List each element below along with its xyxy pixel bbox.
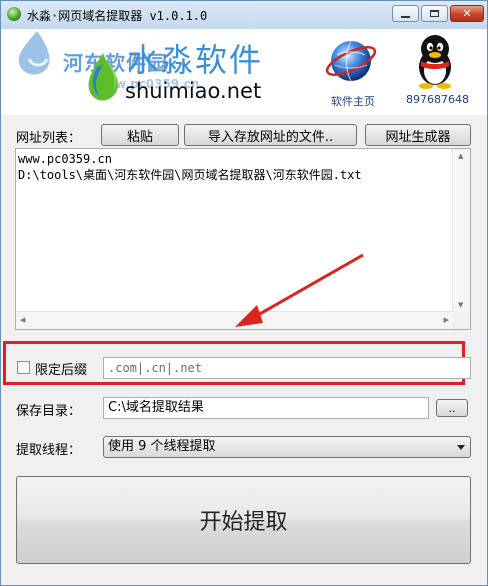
minimize-icon (401, 15, 410, 18)
globe-icon[interactable] (323, 33, 379, 89)
app-icon (7, 7, 21, 21)
maximize-button[interactable] (421, 5, 448, 22)
maximize-icon (430, 10, 439, 17)
start-extract-button[interactable]: 开始提取 (16, 476, 471, 564)
qq-penguin-icon[interactable] (413, 33, 457, 89)
save-dir-label: 保存目录： (16, 404, 82, 419)
water-drop-logo-icon (88, 53, 118, 101)
close-button[interactable]: ✕ (450, 5, 484, 22)
banner: 河东软件园 www.pc0359.cn 水淼软件 shuimiao.net 软件… (1, 29, 487, 115)
minimize-button[interactable] (392, 5, 419, 22)
threads-selected-value: 使用 9 个线程提取 (108, 439, 216, 454)
brand-name-english: shuimiao.net (125, 79, 262, 103)
url-line: www.pc0359.cn (18, 152, 112, 166)
close-icon: ✕ (462, 7, 472, 20)
watermark-logo-icon (18, 31, 50, 75)
scroll-left-icon[interactable]: ◀ (20, 316, 25, 324)
brand-name-chinese: 水淼软件 (127, 41, 264, 79)
home-page-link[interactable]: 软件主页 (331, 93, 375, 109)
chevron-down-icon (457, 445, 465, 450)
paste-button[interactable]: 粘贴 (101, 124, 179, 146)
threads-label: 提取线程： (16, 443, 82, 458)
scroll-right-icon[interactable]: ▶ (444, 316, 449, 324)
url-generator-button[interactable]: 网址生成器 (365, 124, 471, 146)
save-dir-input[interactable]: C:\域名提取结果 (103, 397, 429, 419)
window-title: 水淼·网页域名提取器 v1.0.1.0 (27, 9, 208, 23)
suffix-checkbox[interactable] (17, 361, 30, 374)
qq-number-link[interactable]: 897687648 (406, 93, 469, 106)
threads-select[interactable]: 使用 9 个线程提取 (103, 436, 471, 458)
vertical-scrollbar[interactable]: ▲ ▼ (452, 149, 470, 312)
red-arrow-icon (235, 253, 364, 327)
url-list-label: 网址列表： (16, 131, 82, 146)
browse-button[interactable]: .. (436, 399, 468, 417)
scroll-up-icon[interactable]: ▲ (458, 152, 463, 160)
suffix-input[interactable]: .com|.cn|.net (103, 357, 471, 379)
main-window: 水淼·网页域名提取器 v1.0.1.0 ✕ 河东软件园 www.pc0359.c… (0, 0, 488, 586)
scroll-corner (453, 312, 470, 329)
suffix-checkbox-label[interactable]: 限定后缀 (35, 359, 87, 378)
url-line: D:\tools\桌面\河东软件园\网页域名提取器\河东软件园.txt (18, 168, 362, 182)
title-bar[interactable]: 水淼·网页域名提取器 v1.0.1.0 ✕ (1, 1, 487, 29)
import-file-button[interactable]: 导入存放网址的文件.. (184, 124, 357, 146)
scroll-down-icon[interactable]: ▼ (458, 301, 463, 309)
